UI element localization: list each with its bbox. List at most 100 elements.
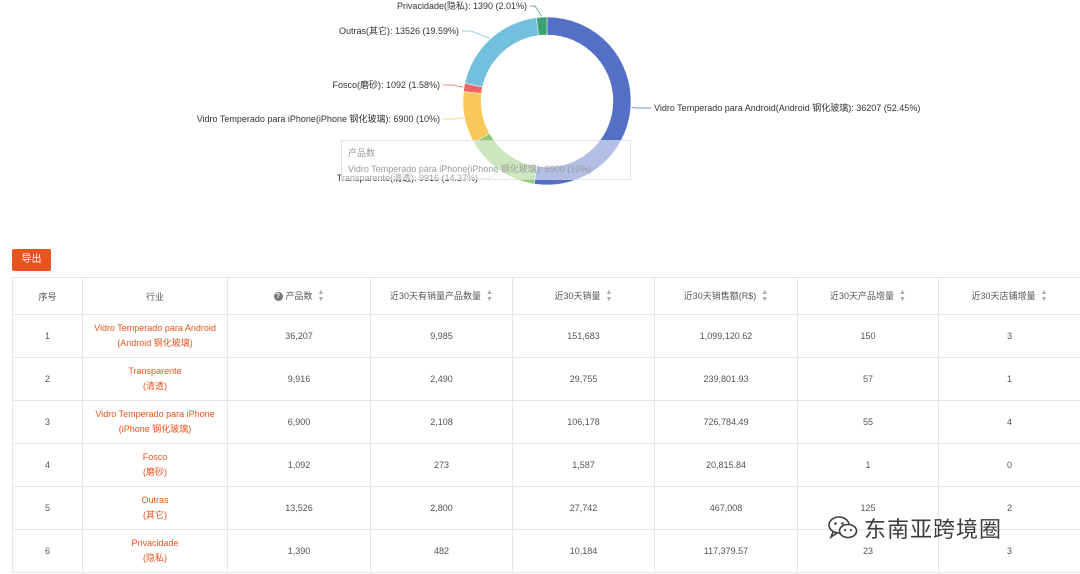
sort-icon[interactable]: ▲ ▼ (899, 289, 906, 303)
pie-slice[interactable] (464, 17, 539, 88)
slice-label: Privacidade(隐私): 1390 (2.01%) (397, 0, 527, 11)
cell-product-count: 1,390 (227, 529, 371, 573)
header-product-count-label: 产品数 (285, 290, 313, 301)
cell-index: 6 (12, 529, 83, 573)
industry-subname-link[interactable]: (其它) (83, 508, 227, 523)
header-new-products[interactable]: 近30天产品增量 ▲ ▼ (797, 277, 939, 315)
industry-name-link[interactable]: Transparente (83, 364, 227, 379)
cell-revenue: 1,099,120.62 (654, 314, 798, 358)
wechat-icon (828, 516, 858, 540)
cell-sales: 106,178 (512, 400, 655, 444)
cell-industry[interactable]: Vidro Temperado para Android (Android 钢化玻… (82, 314, 228, 358)
table-row: 2 Transparente (清透) 9,916 2,490 29,755 239,801… (12, 357, 1080, 401)
cell-new-products: 57 (797, 357, 939, 401)
pie-slice[interactable] (462, 91, 490, 143)
table-row: 1 Vidro Temperado para Android (Android 钢化… (12, 314, 1080, 358)
cell-new-shops: 1 (938, 357, 1080, 401)
cell-industry[interactable]: Fosco (磨砂) (82, 443, 228, 487)
industry-name-link[interactable]: Vidro Temperado para iPhone (83, 407, 227, 422)
slice-label: Outras(其它): 13526 (19.59%) (339, 25, 459, 36)
sort-icon[interactable]: ▲ ▼ (318, 289, 325, 303)
header-sales-label: 近30天销量 (554, 290, 601, 301)
cell-sales: 1,587 (512, 443, 655, 487)
watermark-text: 东南亚跨境圈 (864, 518, 1003, 543)
header-revenue-label: 近30天销售额(R$) (683, 290, 757, 301)
slice-label: Vidro Temperado para iPhone(iPhone 钢化玻璃)… (197, 113, 440, 124)
header-sold-products[interactable]: 近30天有销量产品数量 ▲ ▼ (370, 277, 513, 315)
industry-name-link[interactable]: Vidro Temperado para Android (83, 321, 227, 336)
cell-product-count: 9,916 (227, 357, 371, 401)
tooltip-text: Vidro Temperado para iPhone(iPhone 钢化玻璃)… (348, 164, 592, 174)
cell-revenue: 239,801.93 (654, 357, 798, 401)
cell-sold-products: 273 (370, 443, 513, 487)
slice-label: Vidro Temperado para Android(Android 钢化玻… (654, 102, 920, 113)
donut-chart-svg: Vidro Temperado para Android(Android 钢化玻… (197, 0, 920, 186)
donut-chart: Vidro Temperado para Android(Android 钢化玻… (0, 0, 1080, 245)
cell-sold-products: 2,800 (370, 486, 513, 530)
slice-label: Fosco(磨砂): 1092 (1.58%) (332, 79, 440, 90)
header-new-shops[interactable]: 近30天店铺增量 ▲ ▼ (938, 277, 1080, 315)
table-row: 3 Vidro Temperado para iPhone (iPhone 钢化玻璃… (12, 400, 1080, 444)
cell-revenue: 20,815.84 (654, 443, 798, 487)
industry-subname-link[interactable]: (磨砂) (83, 465, 227, 480)
sort-icon[interactable]: ▲ ▼ (606, 289, 613, 303)
header-sold-products-label: 近30天有销量产品数量 (390, 290, 482, 301)
header-sales[interactable]: 近30天销量 ▲ ▼ (512, 277, 655, 315)
industry-name-link[interactable]: Outras (83, 493, 227, 508)
cell-sales: 151,683 (512, 314, 655, 358)
cell-sales: 10,184 (512, 529, 655, 573)
cell-sales: 27,742 (512, 486, 655, 530)
header-product-count[interactable]: ? 产品数 ▲ ▼ (227, 277, 371, 315)
industry-subname-link[interactable]: (iPhone 钢化玻璃) (83, 422, 227, 437)
sort-icon[interactable]: ▲ ▼ (1041, 289, 1048, 303)
cell-sold-products: 2,490 (370, 357, 513, 401)
cell-index: 3 (12, 400, 83, 444)
watermark: 东南亚跨境圈 (828, 508, 1002, 548)
cell-industry[interactable]: Privacidade (隐私) (82, 529, 228, 573)
cell-new-products: 55 (797, 400, 939, 444)
sort-icon[interactable]: ▲ ▼ (761, 289, 768, 303)
table-row: 4 Fosco (磨砂) 1,092 273 1,587 20,815.84 1 0 (12, 443, 1080, 487)
industry-name-link[interactable]: Privacidade (83, 536, 227, 551)
cell-industry[interactable]: Outras (其它) (82, 486, 228, 530)
header-index-label: 序号 (38, 291, 57, 302)
cell-index: 5 (12, 486, 83, 530)
industry-subname-link[interactable]: (Android 钢化玻璃) (83, 336, 227, 351)
header-index: 序号 (12, 277, 83, 315)
cell-product-count: 36,207 (227, 314, 371, 358)
industry-subname-link[interactable]: (清透) (83, 379, 227, 394)
label-leader-line (443, 84, 464, 88)
export-button[interactable]: 导出 (12, 249, 51, 271)
cell-new-shops: 4 (938, 400, 1080, 444)
cell-sold-products: 9,985 (370, 314, 513, 358)
cell-revenue: 726,784.49 (654, 400, 798, 444)
cell-industry[interactable]: Transparente (清透) (82, 357, 228, 401)
cell-new-shops: 0 (938, 443, 1080, 487)
cell-sales: 29,755 (512, 357, 655, 401)
tooltip-title: 产品数 (348, 148, 376, 158)
industry-subname-link[interactable]: (隐私) (83, 551, 227, 566)
cell-product-count: 1,092 (227, 443, 371, 487)
cell-revenue: 117,379.57 (654, 529, 798, 573)
cell-new-products: 1 (797, 443, 939, 487)
cell-revenue: 467,008 (654, 486, 798, 530)
cell-industry[interactable]: Vidro Temperado para iPhone (iPhone 钢化玻璃) (82, 400, 228, 444)
cell-product-count: 6,900 (227, 400, 371, 444)
cell-sold-products: 2,108 (370, 400, 513, 444)
header-industry-label: 行业 (145, 291, 164, 302)
table-header-row: 序号 行业 ? 产品数 ▲ ▼ 近30天有销量产品数量 ▲ ▼ 近30天销量 ▲ ▼ 近30天… (12, 277, 1080, 315)
header-new-shops-label: 近30天店铺增量 (971, 290, 1036, 301)
cell-new-products: 150 (797, 314, 939, 358)
cell-sold-products: 482 (370, 529, 513, 573)
label-leader-line (530, 5, 542, 17)
industry-name-link[interactable]: Fosco (83, 450, 227, 465)
help-icon[interactable]: ? (273, 291, 283, 301)
sort-icon[interactable]: ▲ ▼ (486, 289, 493, 303)
chart-tooltip: 产品数 Vidro Temperado para iPhone(iPhone 钢… (341, 140, 631, 180)
header-industry: 行业 (82, 277, 228, 315)
cell-index: 2 (12, 357, 83, 401)
label-leader-line (443, 117, 464, 120)
cell-new-shops: 3 (938, 314, 1080, 358)
cell-index: 4 (12, 443, 83, 487)
header-revenue[interactable]: 近30天销售额(R$) ▲ ▼ (654, 277, 798, 315)
